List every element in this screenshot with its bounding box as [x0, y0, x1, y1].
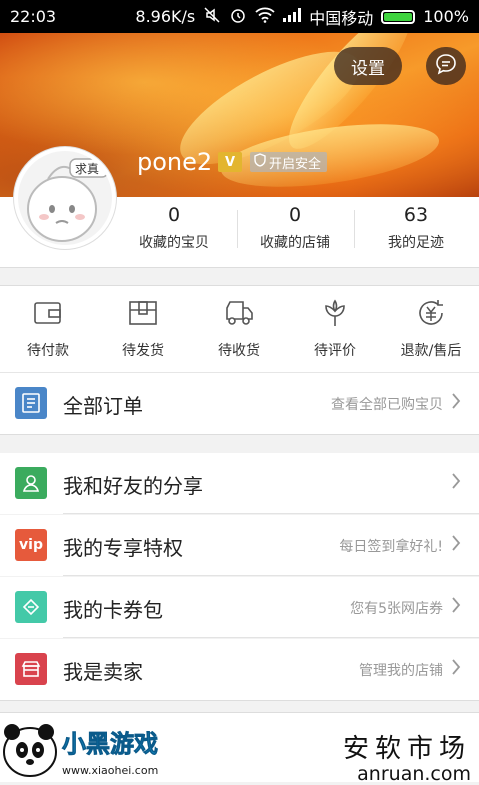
order-pending-shipment[interactable]: 待发货	[95, 296, 191, 360]
order-status-label: 退款/售后	[400, 343, 462, 359]
order-status-label: 待付款	[27, 343, 69, 359]
security-label: 开启安全	[269, 156, 322, 172]
signal-icon	[283, 7, 302, 26]
stat-favorite-items[interactable]: 0 收藏的宝贝	[115, 204, 233, 258]
order-list-icon	[15, 387, 47, 419]
order-refund-aftersale[interactable]: 退款/售后	[383, 296, 479, 360]
xiaohei-url-text: www.xiaohei.com	[62, 764, 158, 777]
chevron-right-icon	[451, 472, 461, 494]
anruan-en-text: anruan.com	[357, 763, 471, 785]
anruan-watermark: 安软市场 anruan.com	[343, 728, 471, 785]
truck-icon	[191, 296, 287, 330]
row-title: 全部订单	[63, 394, 143, 418]
shield-icon	[254, 153, 266, 171]
stat-label: 收藏的宝贝	[139, 235, 209, 251]
stat-label: 我的足迹	[388, 235, 444, 251]
status-right: 8.96K/s 中国移动 100%	[135, 5, 469, 29]
wifi-icon	[255, 7, 275, 27]
stat-favorite-shops[interactable]: 0 收藏的店铺	[236, 204, 354, 258]
stat-value: 0	[288, 204, 302, 226]
settings-label: 设置	[351, 58, 385, 79]
order-status-label: 待发货	[122, 343, 164, 359]
chevron-right-icon	[451, 596, 461, 618]
seller-row[interactable]: 我是卖家 管理我的店铺	[0, 639, 479, 701]
chevron-right-icon	[451, 534, 461, 556]
row-separator	[63, 637, 479, 638]
stat-footprints[interactable]: 63 我的足迹	[357, 204, 475, 258]
order-status-label: 待评价	[314, 343, 356, 359]
carrier-name: 中国移动	[309, 8, 374, 28]
security-badge[interactable]: 开启安全	[250, 152, 328, 172]
row-separator	[63, 513, 479, 514]
xiaohei-brand-text: 小黑游戏	[62, 730, 158, 758]
row-hint: 查看全部已购宝贝	[331, 397, 443, 413]
order-status-label: 待收货	[218, 343, 260, 359]
row-hint: 每日签到拿好礼!	[339, 539, 443, 555]
anruan-cn-text: 安软市场	[342, 734, 471, 764]
stat-divider	[354, 210, 355, 248]
stat-value: 63	[403, 204, 429, 226]
row-hint: 您有5张网店券	[350, 601, 443, 617]
stat-value: 0	[167, 204, 181, 226]
flower-icon	[287, 296, 383, 330]
chat-bubble-icon	[434, 52, 458, 80]
vip-mark: V	[224, 154, 236, 170]
shop-icon	[15, 653, 47, 685]
vip-level-badge[interactable]: V	[218, 152, 242, 172]
settings-button[interactable]: 设置	[334, 47, 402, 85]
avatar-cartoon-icon: 求真	[18, 151, 112, 245]
coupon-icon	[15, 591, 47, 623]
status-bar: 22:03 8.96K/s 中国移动 100%	[0, 0, 479, 33]
friend-share-row[interactable]: 我和好友的分享	[0, 453, 479, 514]
username: pone2	[137, 148, 213, 176]
avatar[interactable]: 求真	[14, 147, 116, 249]
status-time: 22:03	[10, 7, 57, 26]
chevron-right-icon	[451, 658, 461, 680]
stat-label: 收藏的店铺	[260, 235, 330, 251]
vip-icon: vip	[15, 529, 47, 561]
order-pending-payment[interactable]: 待付款	[0, 296, 96, 360]
xiaohei-watermark-logo: 小黑游戏 www.xiaohei.com	[0, 714, 200, 780]
refund-icon	[383, 296, 479, 330]
coupon-wallet-row[interactable]: 我的卡券包 您有5张网店券	[0, 577, 479, 638]
order-pending-review[interactable]: 待评价	[287, 296, 383, 360]
battery-icon	[381, 9, 416, 24]
row-title: 我的专享特权	[63, 536, 183, 560]
row-separator	[63, 575, 479, 576]
alarm-icon	[229, 6, 247, 28]
all-orders-row[interactable]: 全部订单 查看全部已购宝贝	[0, 373, 479, 435]
vip-icon-text: vip	[19, 537, 43, 553]
share-icon	[15, 467, 47, 499]
net-speed: 8.96K/s	[135, 7, 196, 26]
package-icon	[95, 296, 191, 330]
message-button[interactable]	[426, 47, 466, 85]
wallet-icon	[0, 296, 96, 330]
order-pending-receipt[interactable]: 待收货	[191, 296, 287, 360]
chevron-right-icon	[451, 392, 461, 414]
row-title: 我的卡券包	[63, 598, 163, 622]
row-title: 我是卖家	[63, 660, 143, 684]
row-hint: 管理我的店铺	[359, 663, 443, 679]
battery-percent: 100%	[423, 7, 469, 26]
mute-icon	[203, 6, 221, 28]
row-title: 我和好友的分享	[63, 474, 203, 498]
vip-privilege-row[interactable]: vip 我的专享特权 每日签到拿好礼!	[0, 515, 479, 576]
avatar-caption: 求真	[75, 162, 99, 176]
